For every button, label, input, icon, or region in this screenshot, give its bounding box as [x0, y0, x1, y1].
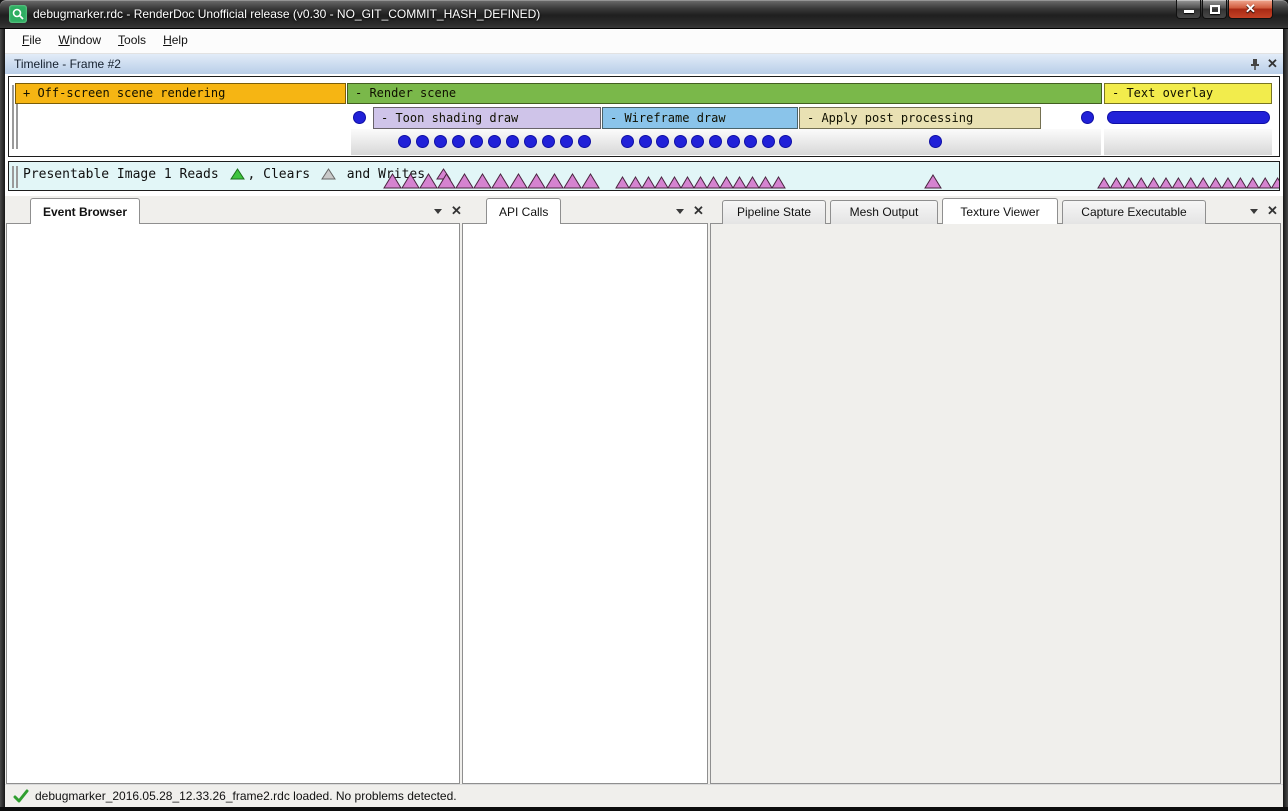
- reads-triangle-icon: [230, 168, 245, 180]
- timeline-event-dot[interactable]: [1081, 111, 1094, 124]
- timeline-resource-row[interactable]: Presentable Image 1 Reads , Clears and W…: [8, 161, 1280, 191]
- api-calls-tabbar: API Calls ✕: [462, 198, 708, 224]
- maximize-button[interactable]: [1202, 0, 1227, 19]
- timeline-marker-render-scene[interactable]: - Render scene: [347, 83, 1102, 104]
- window-frame-bottom: [0, 807, 1288, 811]
- timeline-marker-off-screen-scene-rendering[interactable]: + Off-screen scene rendering: [15, 83, 346, 104]
- timeline-body[interactable]: + Off-screen scene rendering- Render sce…: [8, 76, 1280, 157]
- timeline-event-dot[interactable]: [578, 135, 591, 148]
- menu-bar: File Window Tools Help: [5, 29, 1283, 54]
- timeline-event-dot[interactable]: [560, 135, 573, 148]
- timeline-event-dot[interactable]: [434, 135, 447, 148]
- close-button[interactable]: ✕: [1228, 0, 1273, 19]
- panel-menu-icon[interactable]: [676, 209, 684, 214]
- status-ok-icon: [13, 789, 30, 804]
- event-browser-panel: [6, 223, 460, 784]
- resource-usage-label: Presentable Image 1 Reads , Clears and W…: [23, 167, 454, 182]
- timeline-marker-text-overlay[interactable]: - Text overlay: [1104, 83, 1272, 104]
- timeline-marker-wireframe-draw[interactable]: - Wireframe draw: [602, 107, 798, 129]
- timeline-event-dot[interactable]: [762, 135, 775, 148]
- title-bar[interactable]: debugmarker.rdc - RenderDoc Unofficial r…: [0, 0, 1288, 29]
- pin-icon[interactable]: [1249, 58, 1260, 71]
- api-calls-panel: [462, 223, 708, 784]
- timeline-event-dot[interactable]: [398, 135, 411, 148]
- menu-file[interactable]: File: [22, 33, 41, 47]
- renderdoc-logo-icon: [9, 5, 27, 23]
- panel-menu-icon[interactable]: [434, 209, 442, 214]
- close-icon: ✕: [1245, 1, 1256, 16]
- window-frame-right: [1283, 29, 1288, 811]
- timeline-marker-apply-post-processing[interactable]: - Apply post processing: [799, 107, 1041, 129]
- timeline-close-icon[interactable]: ✕: [1267, 58, 1278, 70]
- texture-viewer-tabbar: ✕ Pipeline StateMesh OutputTexture Viewe…: [710, 198, 1281, 224]
- menu-help[interactable]: Help: [163, 33, 188, 47]
- timeline-event-dot[interactable]: [709, 135, 722, 148]
- api-calls-close-icon[interactable]: ✕: [693, 205, 704, 217]
- event-browser-tabbar: Event Browser ✕: [6, 198, 460, 224]
- timeline-event-dot[interactable]: [727, 135, 740, 148]
- timeline-event-dot[interactable]: [929, 135, 942, 148]
- status-bar: debugmarker_2016.05.28_12.33.26_frame2.r…: [5, 784, 1283, 807]
- timeline-grip[interactable]: [12, 85, 14, 149]
- timeline-event-dot[interactable]: [470, 135, 483, 148]
- timeline-event-dot[interactable]: [621, 135, 634, 148]
- menu-window[interactable]: Window: [58, 33, 101, 47]
- timeline-event-dot[interactable]: [452, 135, 465, 148]
- timeline-event-dot[interactable]: [639, 135, 652, 148]
- timeline-event-dot[interactable]: [353, 111, 366, 124]
- tab-pipeline-state[interactable]: Pipeline State: [722, 200, 826, 224]
- resource-row-grip[interactable]: [16, 166, 18, 188]
- timeline-event-dot[interactable]: [416, 135, 429, 148]
- timeline-marker-toon-shading-draw[interactable]: - Toon shading draw: [373, 107, 601, 129]
- panel-close-icon[interactable]: ✕: [1267, 205, 1278, 217]
- window-title: debugmarker.rdc - RenderDoc Unofficial r…: [33, 7, 540, 21]
- tab-capture-executable[interactable]: Capture Executable: [1062, 200, 1206, 224]
- status-message: debugmarker_2016.05.28_12.33.26_frame2.r…: [35, 789, 457, 803]
- timeline-panel-header: Timeline - Frame #2 ✕: [5, 54, 1283, 74]
- timeline-event-dot[interactable]: [542, 135, 555, 148]
- tab-api-calls[interactable]: API Calls: [486, 198, 561, 224]
- clears-triangle-icon: [321, 168, 336, 180]
- timeline-event-dot[interactable]: [524, 135, 537, 148]
- timeline-title: Timeline - Frame #2: [14, 57, 121, 71]
- timeline-band: [1104, 129, 1272, 155]
- tab-mesh-output[interactable]: Mesh Output: [830, 200, 938, 224]
- panel-menu-icon[interactable]: [1250, 209, 1258, 214]
- writes-triangle-icon: [436, 168, 451, 180]
- tab-event-browser[interactable]: Event Browser: [30, 198, 140, 224]
- event-browser-close-icon[interactable]: ✕: [451, 205, 462, 217]
- timeline-event-dot[interactable]: [674, 135, 687, 148]
- tab-texture-viewer[interactable]: Texture Viewer: [942, 198, 1058, 224]
- timeline-event-dot[interactable]: [488, 135, 501, 148]
- timeline-event-dot[interactable]: [506, 135, 519, 148]
- resource-row-grip[interactable]: [12, 166, 14, 188]
- menu-tools[interactable]: Tools: [118, 33, 146, 47]
- timeline-event-strip[interactable]: [1107, 111, 1270, 124]
- minimize-button[interactable]: [1176, 0, 1201, 19]
- texture-viewer-panel: [710, 223, 1281, 784]
